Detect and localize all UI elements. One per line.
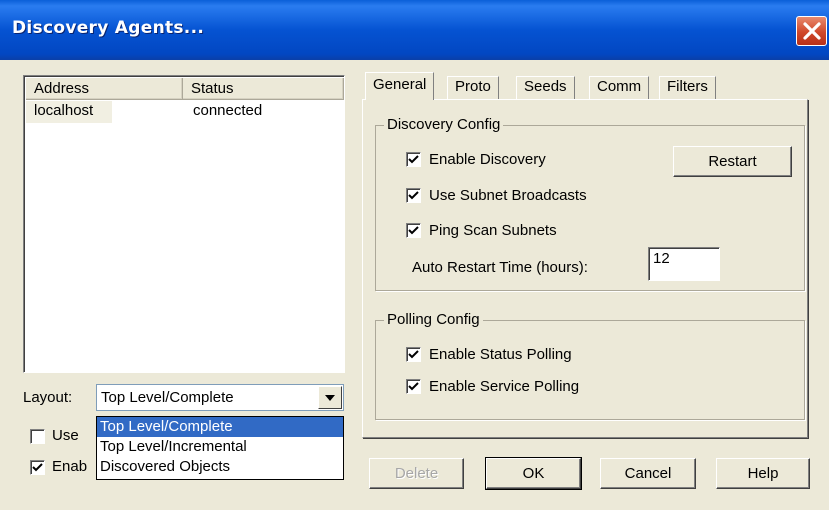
window-title: Discovery Agents... (12, 18, 205, 38)
delete-button[interactable]: Delete (369, 458, 464, 489)
layout-label: Layout: (23, 389, 73, 406)
check-icon (408, 225, 419, 234)
enable-status-polling-label: Enable Status Polling (429, 345, 572, 363)
table-row[interactable]: localhost connected (26, 101, 262, 123)
check-icon (408, 190, 419, 199)
enable-discovery-box[interactable] (406, 151, 421, 167)
enable-status-polling-checkbox[interactable]: Enable Status Polling (406, 345, 572, 363)
restart-button[interactable]: Restart (673, 146, 792, 177)
layout-dropdown-list[interactable]: Top Level/Complete Top Level/Incremental… (96, 416, 344, 480)
tab-general[interactable]: General (365, 72, 435, 100)
check-icon (408, 154, 419, 163)
title-bar[interactable]: Discovery Agents... (0, 0, 829, 60)
agent-address: localhost (26, 101, 112, 123)
use-subnet-broadcasts-box[interactable] (406, 187, 421, 203)
check-icon (408, 349, 419, 358)
enable-service-polling-checkbox[interactable]: Enable Service Polling (406, 377, 579, 395)
tab-filters[interactable]: Filters (659, 76, 716, 100)
auto-restart-time-input[interactable]: 12 (648, 247, 720, 281)
agent-status: connected (193, 102, 263, 119)
enable-discovery-checkbox[interactable]: Enable Discovery (406, 150, 546, 168)
cancel-button[interactable]: Cancel (600, 458, 696, 489)
column-header-status[interactable]: Status (183, 78, 344, 100)
list-header: Address Status (26, 78, 344, 100)
tab-proto[interactable]: Proto (447, 76, 499, 100)
layout-dropdown-button[interactable] (318, 386, 342, 409)
polling-config-title: Polling Config (384, 311, 483, 328)
help-button[interactable]: Help (716, 458, 810, 489)
layout-select[interactable]: Top Level/Complete (96, 384, 344, 411)
discovery-agents-dialog: Discovery Agents... Address Status local… (0, 0, 829, 510)
use-checkbox-box[interactable] (30, 429, 45, 444)
discovery-config-title: Discovery Config (384, 116, 504, 133)
layout-selected-value: Top Level/Complete (101, 389, 234, 406)
use-subnet-broadcasts-checkbox[interactable]: Use Subnet Broadcasts (406, 186, 587, 204)
enable-discovery-label: Enable Discovery (429, 150, 546, 168)
enable-service-polling-label: Enable Service Polling (429, 377, 580, 395)
enable-checkbox-label: Enab (52, 458, 88, 475)
ping-scan-subnets-box[interactable] (406, 222, 421, 238)
tab-comm[interactable]: Comm (589, 76, 650, 100)
ok-button[interactable]: OK (485, 457, 582, 490)
close-button[interactable] (796, 16, 827, 46)
ping-scan-subnets-checkbox[interactable]: Ping Scan Subnets (406, 221, 557, 239)
check-icon (408, 381, 419, 390)
dropdown-option[interactable]: Top Level/Complete (97, 417, 343, 437)
enable-status-polling-box[interactable] (406, 346, 421, 362)
dropdown-option[interactable]: Discovered Objects (97, 457, 343, 477)
enable-checkbox-box[interactable] (30, 460, 45, 475)
dropdown-option[interactable]: Top Level/Incremental (97, 437, 343, 457)
discovery-config-group: Discovery Config Enable Discovery Use Su… (375, 116, 805, 291)
check-icon (32, 463, 43, 472)
use-checkbox-label: Use (52, 427, 79, 444)
agent-list[interactable]: Address Status localhost connected (23, 75, 345, 373)
polling-config-group: Polling Config Enable Status Polling Ena… (375, 311, 805, 420)
tab-seeds[interactable]: Seeds (516, 76, 575, 100)
column-header-address[interactable]: Address (26, 78, 183, 100)
enable-service-polling-box[interactable] (406, 378, 421, 394)
enable-checkbox[interactable]: Enab (30, 458, 87, 479)
use-checkbox[interactable]: Use (30, 427, 79, 448)
auto-restart-label: Auto Restart Time (hours): (412, 259, 588, 276)
use-subnet-broadcasts-label: Use Subnet Broadcasts (429, 186, 587, 204)
ping-scan-subnets-label: Ping Scan Subnets (429, 221, 557, 239)
